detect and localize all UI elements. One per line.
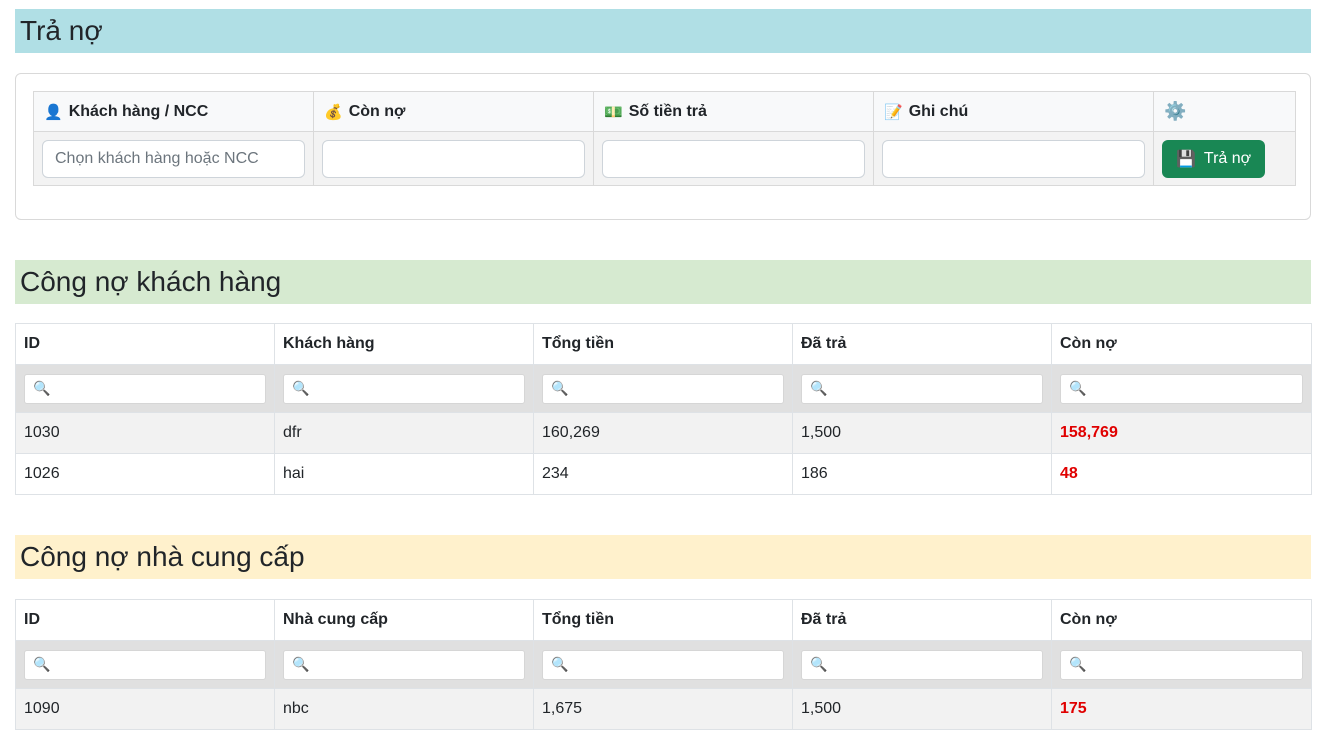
- payment-card: 👤 Khách hàng / NCC 💰 Còn nợ 💵 Số tiền trả 📝…: [15, 73, 1311, 220]
- memo-icon: 📝: [884, 103, 903, 121]
- col-header-total[interactable]: Tổng tiền: [533, 323, 793, 365]
- customer-select-input[interactable]: [42, 139, 305, 178]
- cell-remaining: 158,769: [1051, 412, 1312, 454]
- cell-customer: hai: [274, 453, 534, 495]
- supplier-debt-title: Công nợ nhà cung cấp: [15, 535, 1311, 579]
- cell-customer: dfr: [274, 412, 534, 454]
- filter-remaining-input[interactable]: 🔍: [1060, 373, 1303, 404]
- cell-paid: 1,500: [792, 688, 1052, 730]
- banknote-icon: 💵: [604, 103, 623, 121]
- col-header-remaining[interactable]: Còn nợ: [1051, 599, 1312, 641]
- search-icon: 🔍: [551, 656, 569, 672]
- header-actions: ⚙️: [1153, 91, 1296, 132]
- cell-id: 1090: [15, 688, 275, 730]
- gear-icon: ⚙️: [1164, 101, 1187, 121]
- payment-form-table: 👤 Khách hàng / NCC 💰 Còn nợ 💵 Số tiền trả 📝…: [33, 91, 1296, 186]
- col-header-paid[interactable]: Đã trả: [792, 599, 1052, 641]
- table-row[interactable]: 1026 hai 234 186 48: [15, 453, 1312, 495]
- search-icon: 🔍: [810, 656, 828, 672]
- search-icon: 🔍: [292, 380, 310, 396]
- filter-total-input[interactable]: 🔍: [542, 649, 784, 680]
- col-header-id[interactable]: ID: [15, 599, 275, 641]
- col-header-remaining[interactable]: Còn nợ: [1051, 323, 1312, 365]
- filter-paid-input[interactable]: 🔍: [801, 649, 1043, 680]
- cell-total: 160,269: [533, 412, 793, 454]
- filter-id-input[interactable]: 🔍: [24, 373, 266, 404]
- payment-title: Trả nợ: [15, 9, 1311, 53]
- search-icon: 🔍: [1069, 380, 1087, 396]
- money-bag-icon: 💰: [324, 103, 343, 121]
- header-note: 📝 Ghi chú: [873, 91, 1154, 132]
- search-icon: 🔍: [551, 380, 569, 396]
- user-icon: 👤: [44, 103, 63, 121]
- filter-customer-input[interactable]: 🔍: [283, 373, 525, 404]
- col-header-customer[interactable]: Khách hàng: [274, 323, 534, 365]
- search-icon: 🔍: [292, 656, 310, 672]
- customer-debt-title: Công nợ khách hàng: [15, 260, 1311, 304]
- cell-remaining: 175: [1051, 688, 1312, 730]
- search-icon: 🔍: [33, 656, 51, 672]
- filter-paid-input[interactable]: 🔍: [801, 373, 1043, 404]
- table-row[interactable]: 1090 nbc 1,675 1,500 175: [15, 688, 1312, 730]
- cell-paid: 1,500: [792, 412, 1052, 454]
- pay-debt-button[interactable]: 💾 Trả nợ: [1162, 139, 1266, 178]
- search-icon: 🔍: [810, 380, 828, 396]
- col-header-id[interactable]: ID: [15, 323, 275, 365]
- cell-remaining: 48: [1051, 453, 1312, 495]
- cell-id: 1030: [15, 412, 275, 454]
- note-field[interactable]: [882, 139, 1145, 178]
- table-row[interactable]: 1030 dfr 160,269 1,500 158,769: [15, 412, 1312, 454]
- cell-total: 234: [533, 453, 793, 495]
- col-header-supplier[interactable]: Nhà cung cấp: [274, 599, 534, 641]
- remaining-debt-field[interactable]: [322, 139, 585, 178]
- filter-remaining-input[interactable]: 🔍: [1060, 649, 1303, 680]
- cell-id: 1026: [15, 453, 275, 495]
- floppy-disk-icon: 💾: [1176, 150, 1196, 168]
- cell-total: 1,675: [533, 688, 793, 730]
- cell-paid: 186: [792, 453, 1052, 495]
- header-remaining: 💰 Còn nợ: [313, 91, 594, 132]
- col-header-total[interactable]: Tổng tiền: [533, 599, 793, 641]
- filter-total-input[interactable]: 🔍: [542, 373, 784, 404]
- header-customer: 👤 Khách hàng / NCC: [33, 91, 314, 132]
- cell-supplier: nbc: [274, 688, 534, 730]
- search-icon: 🔍: [1069, 656, 1087, 672]
- filter-id-input[interactable]: 🔍: [24, 649, 266, 680]
- header-amount: 💵 Số tiền trả: [593, 91, 874, 132]
- supplier-debt-table: ID Nhà cung cấp Tổng tiền Đã trả Còn nợ …: [15, 599, 1312, 730]
- search-icon: 🔍: [33, 380, 51, 396]
- filter-supplier-input[interactable]: 🔍: [283, 649, 525, 680]
- pay-debt-label: Trả nợ: [1203, 149, 1252, 167]
- payment-amount-field[interactable]: [602, 139, 865, 178]
- customer-debt-table: ID Khách hàng Tổng tiền Đã trả Còn nợ 🔍 …: [15, 323, 1312, 495]
- col-header-paid[interactable]: Đã trả: [792, 323, 1052, 365]
